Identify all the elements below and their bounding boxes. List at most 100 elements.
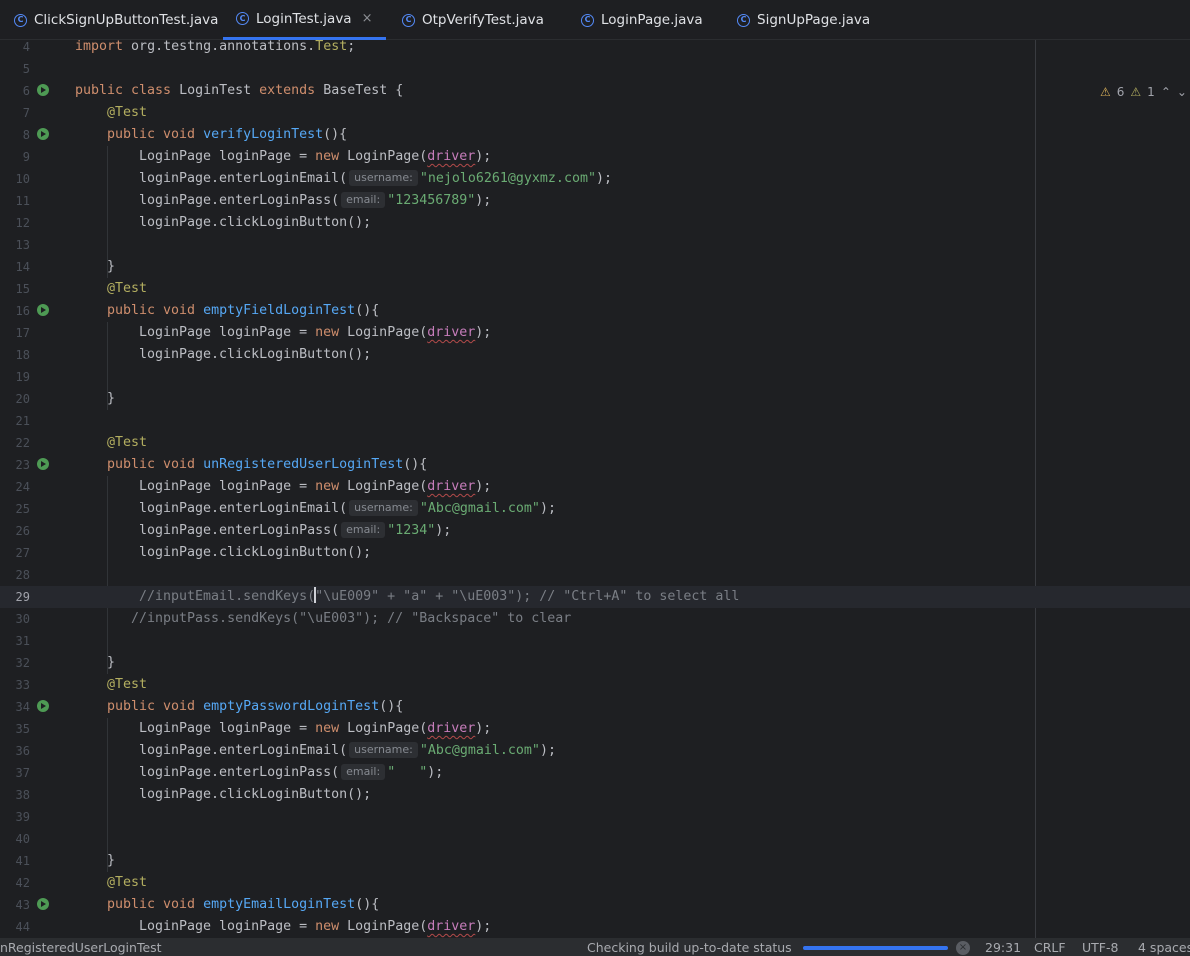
line-number: 43 bbox=[15, 898, 30, 912]
java-class-icon: C bbox=[737, 13, 750, 27]
code-editor[interactable]: ⚠ 6 ⚠ 1 ⌃ ⌄ 4 import org.testng.annotatio… bbox=[0, 40, 1190, 938]
line-number: 38 bbox=[15, 788, 30, 802]
line-number: 4 bbox=[22, 40, 30, 54]
code-line[interactable]: 12 loginPage.clickLoginButton(); bbox=[0, 212, 1190, 234]
java-class-icon: C bbox=[236, 12, 249, 25]
line-number: 14 bbox=[15, 260, 30, 274]
parameter-hint: username: bbox=[349, 742, 418, 758]
code-text: public void emptyPasswordLoginTest(){ bbox=[107, 699, 404, 714]
line-number: 23 bbox=[15, 458, 30, 472]
code-line[interactable]: 44 LoginPage loginPage = new LoginPage(dr… bbox=[0, 916, 1190, 938]
code-line[interactable]: 10 loginPage.enterLoginEmail(username: "ne… bbox=[0, 168, 1190, 190]
code-line[interactable]: 28 bbox=[0, 564, 1190, 586]
caret-position[interactable]: 29:31 bbox=[985, 940, 1021, 955]
code-text: public void emptyEmailLoginTest(){ bbox=[107, 897, 380, 912]
code-text: LoginPage loginPage = new LoginPage(driv… bbox=[139, 149, 492, 164]
line-number: 41 bbox=[15, 854, 30, 868]
code-line[interactable]: 41} bbox=[0, 850, 1190, 872]
code-line[interactable]: 32} bbox=[0, 652, 1190, 674]
tab-otp-verify-test[interactable]: C OtpVerifyTest.java bbox=[402, 0, 544, 40]
line-number: 31 bbox=[15, 634, 30, 648]
run-test-icon[interactable] bbox=[37, 128, 49, 140]
line-number: 22 bbox=[15, 436, 30, 450]
code-text: loginPage.enterLoginEmail(username: "nejo… bbox=[139, 170, 612, 186]
line-number: 10 bbox=[15, 172, 30, 186]
code-line[interactable]: 39 bbox=[0, 806, 1190, 828]
code-line[interactable]: 5 bbox=[0, 58, 1190, 80]
code-line[interactable]: 27 loginPage.clickLoginButton(); bbox=[0, 542, 1190, 564]
run-test-icon[interactable] bbox=[37, 458, 49, 470]
indent-setting[interactable]: 4 spaces bbox=[1138, 940, 1190, 955]
code-line[interactable]: 21 bbox=[0, 410, 1190, 432]
tab-login-test[interactable]: C LoginTest.java × bbox=[223, 0, 386, 40]
code-line[interactable]: 4 import org.testng.annotations.Test; bbox=[0, 40, 1190, 58]
code-line[interactable]: 19 bbox=[0, 366, 1190, 388]
code-text: LoginPage loginPage = new LoginPage(driv… bbox=[139, 479, 492, 494]
background-task-label[interactable]: Checking build up-to-date status bbox=[587, 940, 792, 955]
tab-label: ClickSignUpButtonTest.java bbox=[34, 12, 219, 28]
code-line[interactable]: 42 @Test bbox=[0, 872, 1190, 894]
code-text: public void emptyFieldLoginTest(){ bbox=[107, 303, 380, 318]
code-line[interactable]: 31 bbox=[0, 630, 1190, 652]
code-line-current[interactable]: 29 //inputEmail.sendKeys("\uE009" + "a" +… bbox=[0, 586, 1190, 608]
line-number: 36 bbox=[15, 744, 30, 758]
line-separator[interactable]: CRLF bbox=[1034, 940, 1066, 955]
code-line[interactable]: 37 loginPage.enterLoginPass(email: " "); bbox=[0, 762, 1190, 784]
run-test-icon[interactable] bbox=[37, 898, 49, 910]
code-line[interactable]: 23 public void unRegisteredUserLoginTest(… bbox=[0, 454, 1190, 476]
code-line[interactable]: 9 LoginPage loginPage = new LoginPage(dri… bbox=[0, 146, 1190, 168]
code-line[interactable]: 22 @Test bbox=[0, 432, 1190, 454]
code-line[interactable]: 20} bbox=[0, 388, 1190, 410]
line-number: 33 bbox=[15, 678, 30, 692]
code-text: LoginPage loginPage = new LoginPage(driv… bbox=[139, 919, 492, 934]
run-test-icon[interactable] bbox=[37, 700, 49, 712]
code-line[interactable]: 34 public void emptyPasswordLoginTest(){ bbox=[0, 696, 1190, 718]
code-line[interactable]: 16 public void emptyFieldLoginTest(){ bbox=[0, 300, 1190, 322]
tab-sign-up-page[interactable]: C SignUpPage.java bbox=[737, 0, 870, 40]
code-text: @Test bbox=[107, 281, 148, 296]
tab-login-page[interactable]: C LoginPage.java bbox=[581, 0, 703, 40]
code-line[interactable]: 6 public class LoginTest extends BaseTest… bbox=[0, 80, 1190, 102]
code-text: loginPage.clickLoginButton(); bbox=[139, 347, 372, 362]
code-line[interactable]: 11 loginPage.enterLoginPass(email: "123456… bbox=[0, 190, 1190, 212]
code-line[interactable]: 30 //inputPass.sendKeys("\uE003"); // "Ba… bbox=[0, 608, 1190, 630]
code-line[interactable]: 25 loginPage.enterLoginEmail(username: "Ab… bbox=[0, 498, 1190, 520]
breadcrumb[interactable]: nRegisteredUserLoginTest bbox=[0, 940, 162, 955]
code-line[interactable]: 24 LoginPage loginPage = new LoginPage(dr… bbox=[0, 476, 1190, 498]
code-line[interactable]: 18 loginPage.clickLoginButton(); bbox=[0, 344, 1190, 366]
tab-label: LoginTest.java bbox=[256, 10, 352, 27]
code-line[interactable]: 36 loginPage.enterLoginEmail(username: "Ab… bbox=[0, 740, 1190, 762]
code-line[interactable]: 38 loginPage.clickLoginButton(); bbox=[0, 784, 1190, 806]
java-class-icon: C bbox=[581, 13, 594, 27]
code-line[interactable]: 7 @Test bbox=[0, 102, 1190, 124]
code-text: loginPage.enterLoginPass(email: " "); bbox=[139, 764, 444, 780]
code-line[interactable]: 13 bbox=[0, 234, 1190, 256]
run-test-icon[interactable] bbox=[37, 304, 49, 316]
cancel-task-icon[interactable]: × bbox=[956, 941, 970, 955]
progress-fill bbox=[803, 946, 948, 950]
line-number: 44 bbox=[15, 920, 30, 934]
parameter-hint: username: bbox=[349, 500, 418, 516]
file-encoding[interactable]: UTF-8 bbox=[1082, 940, 1118, 955]
line-number: 11 bbox=[15, 194, 30, 208]
background-task-progress bbox=[803, 946, 948, 950]
code-text: loginPage.enterLoginEmail(username: "Abc@… bbox=[139, 500, 556, 516]
run-test-icon[interactable] bbox=[37, 84, 49, 96]
code-line[interactable]: 17 LoginPage loginPage = new LoginPage(dr… bbox=[0, 322, 1190, 344]
line-number: 8 bbox=[22, 128, 30, 142]
code-text: @Test bbox=[107, 435, 148, 450]
code-line[interactable]: 26 loginPage.enterLoginPass(email: "1234")… bbox=[0, 520, 1190, 542]
code-line[interactable]: 35 LoginPage loginPage = new LoginPage(dr… bbox=[0, 718, 1190, 740]
tab-click-sign-up-button-test[interactable]: C ClickSignUpButtonTest.java bbox=[14, 0, 218, 40]
code-line[interactable]: 14} bbox=[0, 256, 1190, 278]
code-line[interactable]: 8 public void verifyLoginTest(){ bbox=[0, 124, 1190, 146]
code-line[interactable]: 40 bbox=[0, 828, 1190, 850]
code-line[interactable]: 43 public void emptyEmailLoginTest(){ bbox=[0, 894, 1190, 916]
line-number: 42 bbox=[15, 876, 30, 890]
close-icon[interactable]: × bbox=[362, 11, 373, 26]
code-text: } bbox=[107, 259, 116, 274]
code-text: @Test bbox=[107, 875, 148, 890]
code-line[interactable]: 33 @Test bbox=[0, 674, 1190, 696]
status-bar: nRegisteredUserLoginTest Checking build … bbox=[0, 938, 1190, 956]
code-line[interactable]: 15 @Test bbox=[0, 278, 1190, 300]
